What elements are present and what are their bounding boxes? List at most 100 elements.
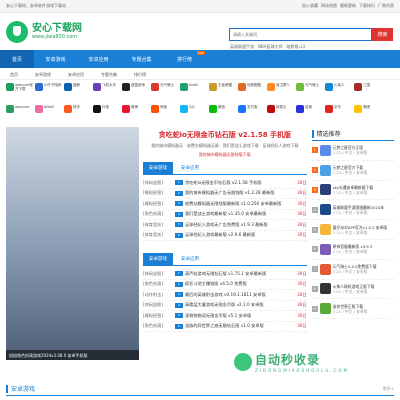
item-title[interactable]: 收费站模拟器无限钱版最新版 v1.0.256 安卓最新版 <box>185 201 297 207</box>
nav-ranking[interactable]: 排行榜 TOP <box>163 50 206 68</box>
app-item[interactable]: 京东 <box>325 105 354 124</box>
item-title[interactable]: 宠物狗物语无限金币版 v5.1 安卓版 <box>185 313 297 319</box>
item-category[interactable]: [模拟经营] <box>143 190 175 196</box>
search-button[interactable]: 搜索 <box>372 28 393 41</box>
app-item[interactable]: 蓝鲸 <box>64 83 93 102</box>
item-category[interactable]: [角色扮演] <box>143 323 175 329</box>
item-category[interactable]: [体育竞技] <box>143 232 175 238</box>
recommend-item[interactable]: 5 蛋仔派对APP官方v1.0.2 安卓版 7.22 / 中文 / 安卓版 <box>311 220 394 240</box>
nav-topics[interactable]: 专题合集 <box>120 50 163 68</box>
nav-android-apps[interactable]: 安卓应用 <box>77 50 120 68</box>
app-item[interactable]: hiwhi <box>180 83 209 102</box>
item-category[interactable]: [角色扮演] <box>143 281 175 287</box>
list-item[interactable]: [体育竞技] 6 足球经纪人游戏最新版 v2.9.6 最新版 30日 <box>142 231 307 241</box>
top-link-ranking[interactable]: 下载排行 <box>359 3 375 9</box>
app-item[interactable]: 王者荣耀 <box>209 83 238 102</box>
app-item[interactable]: 抖音 <box>93 105 122 124</box>
app-item[interactable]: 微博 <box>122 105 151 124</box>
app-item[interactable]: 淘宝 <box>151 105 180 124</box>
category-link[interactable]: 首页 <box>10 72 18 78</box>
sub-link-highlight[interactable]: 我的城市模拟器无限钱版下载 <box>143 152 307 158</box>
list-item[interactable]: [模拟经营] 5 宠物狗物语无限金币版 v5.1 安卓版 30日 <box>142 311 307 322</box>
item-title[interactable]: 最后的英雄射击游戏 v0.19.1.1811 安卓版 <box>185 292 297 298</box>
app-item[interactable]: 保卫萝卜 <box>267 83 296 102</box>
item-category[interactable]: [体育竞技] <box>143 222 175 228</box>
app-item[interactable]: bilibili <box>35 105 64 124</box>
tab-android-apps[interactable]: 安卓应用 <box>175 162 205 174</box>
item-title[interactable]: 贪吃蛇io无限金币钻石版 v2.1.58 手机版 <box>185 180 297 186</box>
recommend-item[interactable]: 4 英雄联盟手游国服最新2024年 7.22 / 中文 / 安卓版 <box>311 200 394 221</box>
sub-links[interactable]: 我的城市模拟器无 · 收费台模拟器无限 · 我们是战士游戏下载 · 足球经纪人游… <box>143 143 307 149</box>
recommend-item[interactable]: 1 元梦之星官方正版 7.22 / 中文 / 安卓版 <box>311 141 394 161</box>
list-item[interactable]: [模拟经营] 2 我的城市模拟器无广告无限钱版 v1.2.28 最新版 30日 <box>142 189 307 199</box>
nav-android-games[interactable]: 安卓游戏 <box>34 50 77 68</box>
featured-banner[interactable]: 旭旭角色扮演游戏2024v3.08.0 安卓手机版 <box>6 127 139 360</box>
recommend-item[interactable]: 6 原神官服最新版 v3.9.3 7.22 / 中文 / 安卓版 <box>311 240 394 260</box>
list-item[interactable]: [角色扮演] 4 我们是战士游戏最新版 v1.35.0 安卓最新版 30日 <box>142 210 307 220</box>
item-title[interactable]: 足球经纪人游戏无广告免费版 v1.9.3 最新版 <box>185 222 297 228</box>
recommend-item[interactable]: 2 元梦之星官方下载 7.22 / 中文 / 安卓版 <box>311 161 394 181</box>
app-item[interactable]: QQ <box>180 105 209 124</box>
tab-android-games[interactable]: 安卓游戏 <box>142 162 173 174</box>
app-item[interactable]: 元气骑士 <box>296 83 325 102</box>
app-item[interactable]: 美团 <box>354 105 383 124</box>
app-item[interactable]: 迷笛老师 <box>122 83 151 102</box>
app-item[interactable]: 小叶子陪练 <box>35 83 64 102</box>
item-title[interactable]: 足球经纪人游戏最新版 v2.9.6 最新版 <box>185 232 297 238</box>
item-title[interactable]: 我的城市模拟器无广告无限钱版 v1.2.28 最新版 <box>185 190 297 196</box>
more-link[interactable]: 更多+ <box>383 386 394 392</box>
app-item[interactable]: apkpure <box>6 105 35 124</box>
list-item[interactable]: [休闲益智] 1 贪吃蛇io无限金币钻石版 v2.1.58 手机版 30日 <box>142 178 307 189</box>
app-item[interactable]: 元气骑士 <box>151 83 180 102</box>
item-category[interactable]: [休闲益智] <box>143 302 175 308</box>
hotword-link[interactable]: 英雄联盟手游 <box>230 44 254 50</box>
site-logo[interactable]: 安心下载网 www.jiwa800.com <box>6 20 82 43</box>
category-link[interactable]: 安卓应用 <box>68 72 84 78</box>
item-category[interactable]: [模拟经营] <box>143 313 175 319</box>
list-item[interactable]: [模拟经营] 3 收费站模拟器无限钱版最新版 v1.0.256 安卓最新版 30日 <box>142 199 307 210</box>
list-item[interactable]: [角色扮演] 2 疯狂斗地主赚钱版 v4.5.0 免费版 30日 <box>142 280 307 290</box>
list-item[interactable]: [体育竞技] 5 足球经纪人游戏无广告免费版 v1.9.3 最新版 30日 <box>142 220 307 231</box>
app-item[interactable]: 支付宝 <box>238 105 267 124</box>
app-item[interactable]: 快手 <box>64 105 93 124</box>
top-link-vendors[interactable]: 厂商列表 <box>378 3 394 9</box>
nav-home[interactable]: 首页 <box>0 50 34 68</box>
recommend-item[interactable]: 8 火柴人联机游戏正版下载 7.22 / 中文 / 安卓版 <box>311 280 394 300</box>
tab-android-games-2[interactable]: 安卓游戏 <box>142 253 173 265</box>
top-link-favorite[interactable]: 加入收藏 <box>302 3 318 9</box>
list-item[interactable]: [角色扮演] 6 龙族的异世界之旅无限钻石版 v1.0 安卓版 30日 <box>142 322 307 332</box>
app-item[interactable]: 百度 <box>296 105 325 124</box>
app-item[interactable]: apkpure官方下载 <box>6 83 35 102</box>
hotword-link[interactable]: NBA篮球大师 <box>258 44 282 50</box>
category-link[interactable]: 排行榜 <box>134 72 146 78</box>
item-title[interactable]: 高楼层大厦游戏无限金币版 v2.1.0 安卓版 <box>185 302 297 308</box>
list-item[interactable]: [休闲益智] 4 高楼层大厦游戏无限金币版 v2.1.0 安卓版 30日 <box>142 301 307 311</box>
app-item[interactable]: 三国 <box>354 83 383 102</box>
section-title[interactable]: 安卓游戏 <box>11 384 35 393</box>
headline-link[interactable]: 贪吃蛇io无限金币钻石版 v2.1.58 手机版 <box>143 130 307 140</box>
item-category[interactable]: [休闲益智] <box>143 271 175 277</box>
item-title[interactable]: 葫芦娃游戏无限钻石版 v1.75.1 安卓最新版 <box>185 271 297 277</box>
item-category[interactable]: [角色扮演] <box>143 211 175 217</box>
list-item[interactable]: [动作射击] 3 最后的英雄射击游戏 v0.19.1.1811 安卓版 30日 <box>142 290 307 301</box>
hotword-link[interactable]: 暗影格斗3 <box>286 44 305 50</box>
recommend-item[interactable]: 7 元气骑士5.5.0免费版下载 7.22 / 中文 / 安卓版 <box>311 260 394 280</box>
item-title[interactable]: 龙族的异世界之旅无限钻石版 v1.0 安卓版 <box>185 323 297 329</box>
item-title[interactable]: 我们是战士游戏最新版 v1.35.0 安卓最新版 <box>185 211 297 217</box>
recommend-item[interactable]: 3 sky光遇安卓最新版下载 7.22 / 中文 / 安卓版 <box>311 181 394 201</box>
recommend-name[interactable]: 蛋仔派对APP官方v1.0.2 安卓版 <box>333 225 387 230</box>
list-item[interactable]: [休闲益智] 1 葫芦娃游戏无限钻石版 v1.75.1 安卓最新版 30日 <box>142 269 307 280</box>
top-link-latest[interactable]: 最新更新 <box>340 3 356 9</box>
app-item[interactable]: 火柴人 <box>325 83 354 102</box>
item-category[interactable]: [模拟经营] <box>143 201 175 207</box>
item-category[interactable]: [休闲益智] <box>143 180 175 186</box>
item-category[interactable]: [动作射击] <box>143 292 175 298</box>
category-link[interactable]: 专题合集 <box>101 72 117 78</box>
search-input[interactable] <box>229 28 372 41</box>
recommend-item[interactable]: 9 迷你世界正版下载 7.22 / 中文 / 安卓版 <box>311 299 394 320</box>
app-item[interactable]: 网易云 <box>267 105 296 124</box>
app-item[interactable]: 飞机大亨 <box>93 83 122 102</box>
category-link[interactable]: 安卓游戏 <box>35 72 51 78</box>
tab-android-apps-2[interactable]: 安卓应用 <box>175 253 205 265</box>
app-item[interactable]: 微信 <box>209 105 238 124</box>
